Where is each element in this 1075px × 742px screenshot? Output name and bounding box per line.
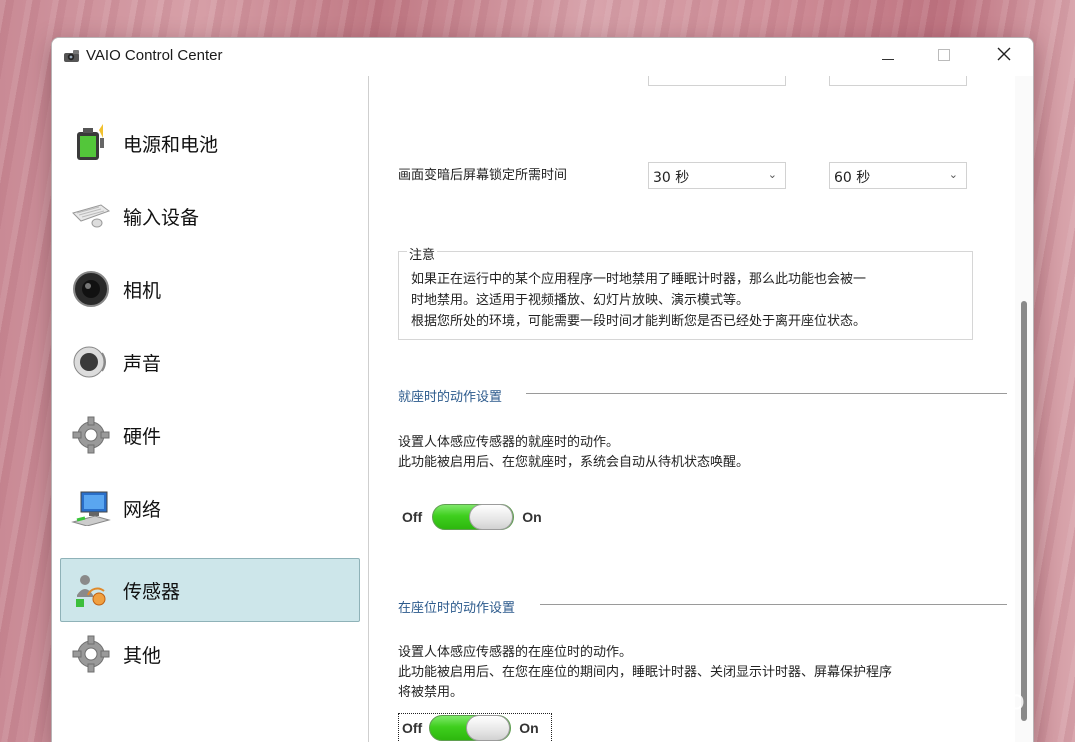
- toggle-on-label: On: [519, 720, 539, 736]
- toggle-knob[interactable]: [469, 504, 514, 530]
- watermark: 知乎 @沈少Neo: [820, 685, 1026, 716]
- toggle-on-label: On: [522, 509, 542, 525]
- speaker-icon: [71, 342, 111, 382]
- minimize-icon: [882, 46, 894, 65]
- lock-time-select-left[interactable]: 30 秒 ⌄: [648, 162, 786, 189]
- sidebar: 电源和电池 输入设备 相机 声音 硬件 网络 传感器 其他: [52, 76, 369, 742]
- divider: [540, 604, 1007, 605]
- close-button[interactable]: [976, 38, 1032, 72]
- select-value: 30 秒: [653, 170, 690, 186]
- minimize-button[interactable]: [860, 38, 916, 72]
- scrollbar-thumb[interactable]: [1021, 301, 1027, 721]
- seated-toggle-group: Off On: [398, 502, 552, 532]
- select-value: 60 秒: [834, 170, 871, 186]
- gear-icon: [71, 415, 111, 455]
- note-group: 注意 如果正在运行中的某个应用程序一时地禁用了睡眠计时器，那么此功能也会被一 时…: [398, 244, 973, 340]
- sidebar-item-camera[interactable]: 相机: [60, 257, 360, 321]
- camera-icon: [71, 269, 111, 309]
- desc-line: 设置人体感应传感器的就座时的动作。: [398, 435, 620, 450]
- sidebar-item-label: 其他: [123, 644, 162, 667]
- vertical-scrollbar[interactable]: [1015, 76, 1033, 742]
- note-line: 根据您所处的环境，可能需要一段时间才能判断您是否已经处于离开座位状态。: [411, 314, 867, 329]
- sidebar-item-label: 相机: [123, 279, 162, 302]
- sidebar-item-hardware[interactable]: 硬件: [60, 403, 360, 467]
- toggle-off-label: Off: [402, 720, 423, 736]
- lock-time-label: 画面变暗后屏幕锁定所需时间: [398, 168, 568, 183]
- sidebar-item-power-battery[interactable]: 电源和电池: [60, 111, 360, 175]
- network-icon: [71, 488, 111, 528]
- chevron-down-icon: ⌄: [948, 168, 958, 181]
- battery-icon: [71, 123, 111, 163]
- sidebar-item-input-devices[interactable]: 输入设备: [60, 184, 360, 248]
- sidebar-item-network[interactable]: 网络: [60, 476, 360, 540]
- lock-time-select-right[interactable]: 60 秒 ⌄: [829, 162, 967, 189]
- note-title: 注意: [407, 244, 438, 263]
- gear-icon: [71, 634, 111, 674]
- vaio-window: VAIO Control Center 电源和电池 输入设备 相机 声音 硬件 …: [51, 37, 1034, 742]
- note-line: 时地禁用。这适用于视频播放、幻灯片放映、演示模式等。: [411, 293, 750, 308]
- note-text: 如果正在运行中的某个应用程序一时地禁用了睡眠计时器，那么此功能也会被一 时地禁用…: [411, 269, 951, 332]
- maximize-icon: [938, 46, 950, 65]
- seated-toggle-switch[interactable]: [432, 504, 515, 530]
- seated-description: 设置人体感应传感器的就座时的动作。 此功能被启用后、在您就座时，系统会自动从待机…: [398, 433, 749, 473]
- present-section-title: 在座位时的动作设置: [398, 601, 516, 616]
- chevron-down-icon: ⌄: [767, 168, 777, 181]
- partial-select-right[interactable]: [829, 76, 967, 86]
- partial-select-left[interactable]: [648, 76, 786, 86]
- maximize-button[interactable]: [916, 38, 972, 72]
- sidebar-item-label: 声音: [123, 352, 162, 375]
- note-line: 如果正在运行中的某个应用程序一时地禁用了睡眠计时器，那么此功能也会被一: [411, 272, 867, 287]
- sidebar-item-other[interactable]: 其他: [60, 622, 360, 686]
- close-icon: [997, 46, 1011, 65]
- divider: [526, 393, 1007, 394]
- keyboard-icon: [71, 196, 111, 236]
- app-camera-icon: [62, 47, 82, 65]
- toggle-off-label: Off: [402, 509, 423, 525]
- sidebar-item-label: 传感器: [123, 580, 181, 603]
- present-toggle-switch[interactable]: [429, 715, 512, 741]
- desc-line: 设置人体感应传感器的在座位时的动作。: [398, 645, 633, 660]
- present-toggle-group: Off On: [398, 713, 552, 742]
- sidebar-item-label: 电源和电池: [123, 133, 219, 156]
- present-description: 设置人体感应传感器的在座位时的动作。 此功能被启用后、在您在座位的期间内，睡眠计…: [398, 643, 892, 703]
- desc-line: 此功能被启用后、在您就座时，系统会自动从待机状态唤醒。: [398, 455, 750, 470]
- title-bar[interactable]: VAIO Control Center: [52, 38, 1033, 76]
- sidebar-item-sound[interactable]: 声音: [60, 330, 360, 394]
- desc-line: 此功能被启用后、在您在座位的期间内，睡眠计时器、关闭显示计时器、屏幕保护程序: [398, 665, 893, 680]
- sidebar-item-label: 输入设备: [123, 206, 200, 229]
- toggle-knob[interactable]: [466, 715, 511, 741]
- desc-line: 将被禁用。: [398, 685, 464, 700]
- sidebar-item-label: 硬件: [123, 425, 162, 448]
- window-title: VAIO Control Center: [86, 47, 223, 64]
- sensor-icon: [71, 570, 111, 610]
- sidebar-item-sensor[interactable]: 传感器: [60, 558, 360, 622]
- sidebar-item-label: 网络: [123, 498, 162, 521]
- sensor-settings-panel: 画面变暗后屏幕锁定所需时间 30 秒 ⌄ 60 秒 ⌄ 注意 如果正在运行中的某…: [370, 76, 1015, 742]
- seated-section-title: 就座时的动作设置: [398, 390, 503, 405]
